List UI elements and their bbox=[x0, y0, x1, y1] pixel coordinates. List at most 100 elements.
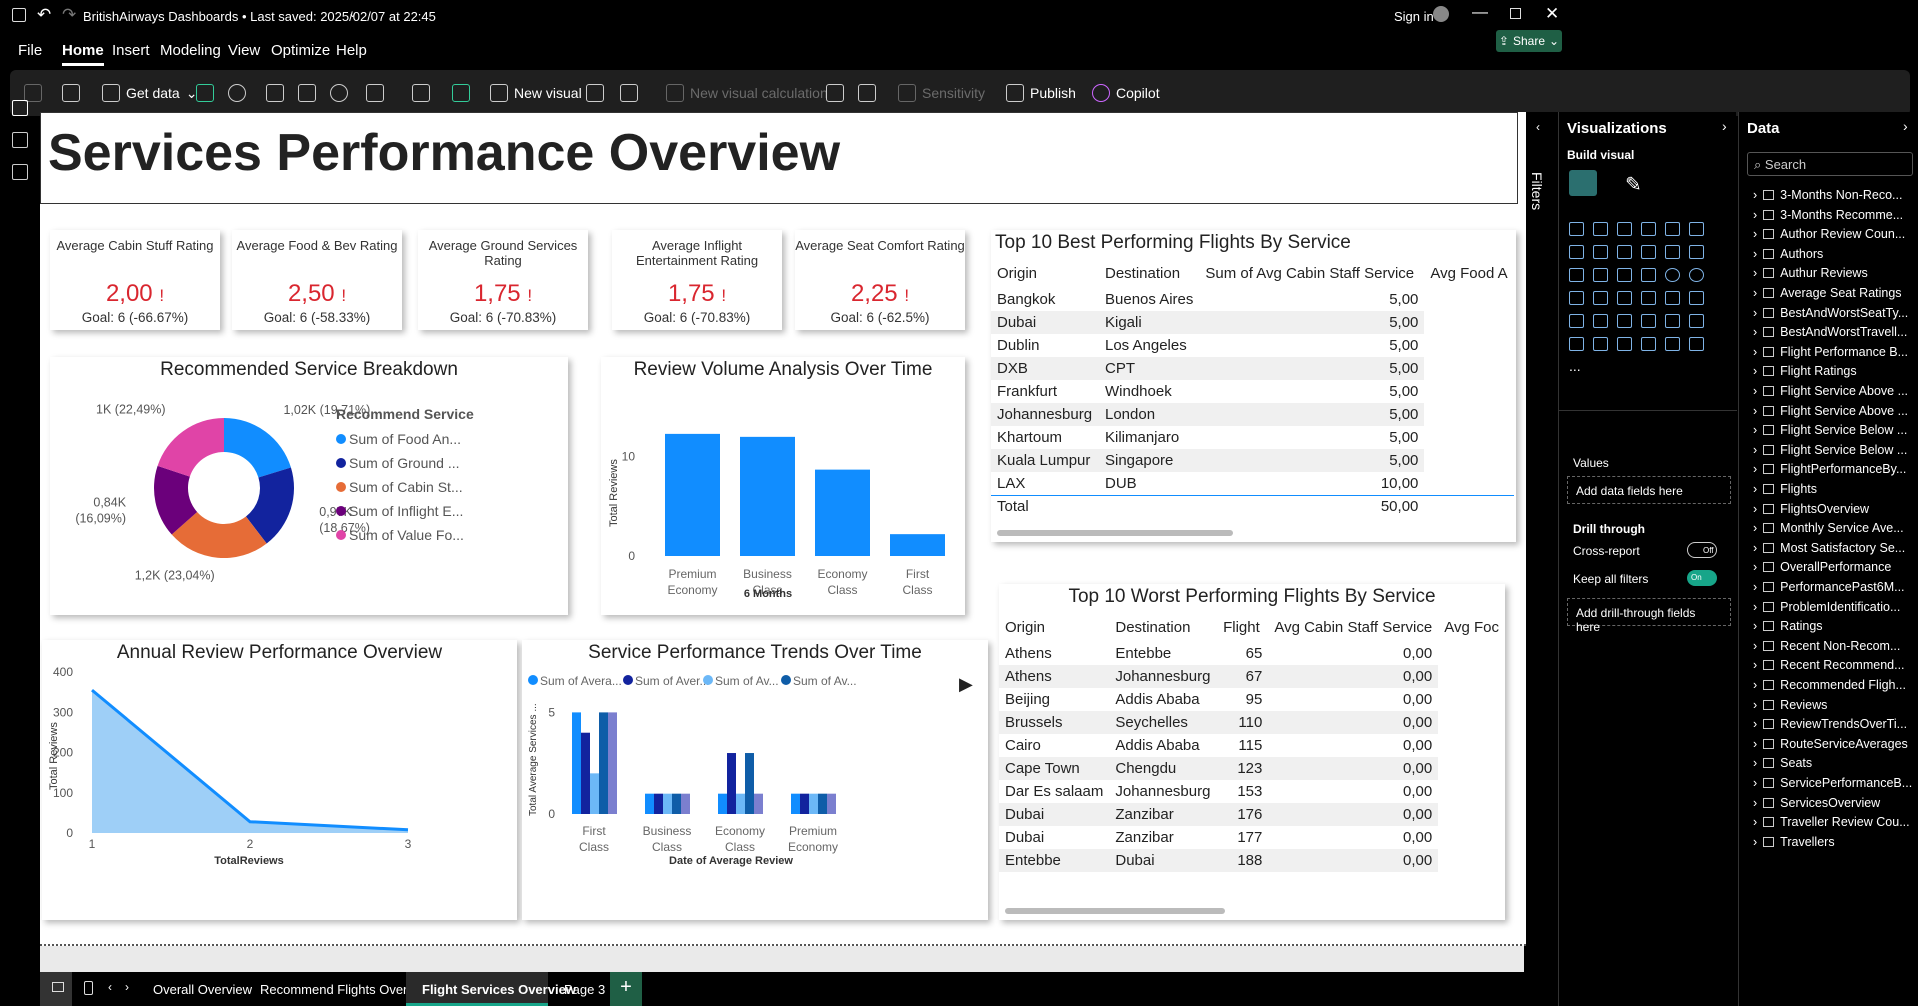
bar[interactable] bbox=[736, 793, 745, 814]
data-table-item[interactable]: › Flight Service Above ... bbox=[1753, 404, 1908, 418]
visual-type-icon[interactable] bbox=[1665, 268, 1680, 282]
horizontal-scrollbar[interactable] bbox=[997, 530, 1233, 536]
tab-modeling[interactable]: Modeling bbox=[160, 42, 221, 59]
data-table-item[interactable]: › Flight Service Above ... bbox=[1753, 384, 1908, 398]
values-drop-zone[interactable]: Add data fields here bbox=[1567, 476, 1731, 504]
donut-slice[interactable] bbox=[157, 418, 224, 477]
visual-type-icon[interactable] bbox=[1665, 222, 1680, 236]
excel-button[interactable] bbox=[196, 84, 214, 102]
expand-filters-icon[interactable]: ‹ bbox=[1536, 120, 1540, 134]
table-row[interactable]: Beijing Addis Ababa 95 0,00 bbox=[999, 688, 1505, 711]
visual-type-icon[interactable] bbox=[1665, 245, 1680, 259]
table-row[interactable]: Dublin Los Angeles 5,00 bbox=[991, 334, 1514, 357]
table-row[interactable]: Kuala Lumpur Singapore 5,00 bbox=[991, 449, 1514, 472]
worst-flights-table-visual[interactable]: Top 10 Worst Performing Flights By Servi… bbox=[999, 584, 1505, 920]
visual-type-icon[interactable] bbox=[1569, 314, 1584, 328]
copilot-button[interactable]: Copilot bbox=[1092, 84, 1160, 102]
service-trends-visual[interactable]: Service Performance Trends Over Time Sum… bbox=[522, 640, 988, 920]
expand-icon[interactable]: › bbox=[1753, 364, 1757, 378]
expand-icon[interactable]: › bbox=[1753, 658, 1757, 672]
bar[interactable] bbox=[740, 436, 795, 556]
table-row[interactable]: Cape Town Chengdu 123 0,00 bbox=[999, 757, 1505, 780]
data-search-input[interactable]: ⌕ Search bbox=[1747, 152, 1913, 176]
expand-icon[interactable]: › bbox=[1753, 698, 1757, 712]
expand-icon[interactable]: › bbox=[1753, 286, 1757, 300]
table-row[interactable]: Entebbe Dubai 188 0,00 bbox=[999, 849, 1505, 872]
expand-icon[interactable]: › bbox=[1753, 247, 1757, 261]
data-table-item[interactable]: › ProblemIdentificatio... bbox=[1753, 600, 1900, 614]
expand-icon[interactable]: › bbox=[1753, 325, 1757, 339]
visual-type-icon[interactable] bbox=[1689, 268, 1704, 282]
visual-type-icon[interactable] bbox=[1569, 245, 1584, 259]
visual-type-icon[interactable] bbox=[1617, 314, 1632, 328]
data-table-item[interactable]: › FlightPerformanceBy... bbox=[1753, 462, 1906, 476]
data-table-item[interactable]: › RouteServiceAverages bbox=[1753, 737, 1908, 751]
visual-type-icon[interactable] bbox=[1617, 268, 1632, 282]
column-header[interactable]: Avg Food A bbox=[1424, 258, 1514, 288]
visual-type-icon[interactable] bbox=[1641, 314, 1656, 328]
table-row[interactable]: LAX DUB 10,00 bbox=[991, 472, 1514, 495]
data-table-item[interactable]: › Average Seat Ratings bbox=[1753, 286, 1902, 300]
redo-icon[interactable]: ↷ bbox=[62, 5, 76, 25]
visual-type-icon[interactable] bbox=[1593, 245, 1608, 259]
data-table-item[interactable]: › 3-Months Non-Reco... bbox=[1753, 188, 1902, 202]
bar[interactable] bbox=[590, 773, 599, 814]
review-volume-visual[interactable]: Review Volume Analysis Over Time 0 10 Tota… bbox=[601, 357, 965, 615]
expand-icon[interactable]: › bbox=[1753, 756, 1757, 770]
column-header[interactable]: Avg Foc bbox=[1438, 612, 1505, 642]
visual-type-icon[interactable] bbox=[1689, 314, 1704, 328]
kpi-card-seat[interactable]: Average Seat Comfort Rating 2,25 ! Goal:… bbox=[795, 230, 965, 330]
more-visuals-button[interactable] bbox=[620, 84, 638, 102]
data-table-item[interactable]: › BestAndWorstTravell... bbox=[1753, 325, 1907, 339]
text-box-button[interactable] bbox=[586, 84, 604, 102]
expand-icon[interactable]: › bbox=[1753, 717, 1757, 731]
data-table-item[interactable]: › Travellers bbox=[1753, 835, 1835, 849]
data-table-item[interactable]: › Authors bbox=[1753, 247, 1823, 261]
publish-button[interactable]: Publish bbox=[1006, 84, 1076, 102]
data-table-item[interactable]: › Recommended Fligh... bbox=[1753, 678, 1906, 692]
filters-pane-collapsed[interactable]: ‹ Filters bbox=[1526, 112, 1558, 972]
drill-through-drop-zone[interactable]: Add drill-through fields here bbox=[1567, 598, 1731, 634]
visual-type-icon[interactable] bbox=[1593, 291, 1608, 305]
visual-type-icon[interactable] bbox=[1641, 291, 1656, 305]
visual-type-icon[interactable] bbox=[1617, 245, 1632, 259]
bar[interactable] bbox=[665, 433, 720, 556]
expand-icon[interactable]: › bbox=[1753, 541, 1757, 555]
data-table-item[interactable]: › Monthly Service Ave... bbox=[1753, 521, 1904, 535]
expand-icon[interactable]: › bbox=[1753, 266, 1757, 280]
data-table-item[interactable]: › Most Satisfactory Se... bbox=[1753, 541, 1905, 555]
bar[interactable] bbox=[827, 793, 836, 814]
expand-icon[interactable]: › bbox=[1753, 443, 1757, 457]
bar[interactable] bbox=[663, 793, 672, 814]
kpi-card-food[interactable]: Average Food & Bev Rating 2,50 ! Goal: 6… bbox=[232, 230, 402, 330]
table-row[interactable]: Khartoum Kilimanjaro 5,00 bbox=[991, 426, 1514, 449]
data-table-item[interactable]: › FlightsOverview bbox=[1753, 502, 1869, 516]
visual-type-icon[interactable] bbox=[1593, 222, 1608, 236]
visual-type-icon[interactable] bbox=[1617, 291, 1632, 305]
expand-icon[interactable]: › bbox=[1753, 188, 1757, 202]
visual-type-icon[interactable] bbox=[1593, 268, 1608, 282]
minimize-icon[interactable]: — bbox=[1472, 4, 1488, 22]
bar[interactable] bbox=[809, 793, 818, 814]
get-data-button[interactable]: Get data ⌄ bbox=[102, 84, 197, 102]
bar[interactable] bbox=[754, 793, 763, 814]
expand-icon[interactable]: › bbox=[1753, 227, 1757, 241]
kpi-card-ground[interactable]: Average Ground Services Rating 1,75 ! Go… bbox=[418, 230, 588, 330]
bar[interactable] bbox=[681, 793, 690, 814]
table-row[interactable]: Athens Entebbe 65 0,00 bbox=[999, 642, 1505, 665]
page-tab[interactable]: Overall Overview bbox=[153, 982, 252, 997]
dataverse-button[interactable] bbox=[330, 84, 348, 102]
next-page-icon[interactable]: › bbox=[125, 980, 129, 994]
bar[interactable] bbox=[599, 712, 608, 814]
bar[interactable] bbox=[890, 534, 945, 556]
visual-type-icon[interactable] bbox=[1665, 291, 1680, 305]
bar[interactable] bbox=[572, 712, 581, 814]
data-table-item[interactable]: › Reviews bbox=[1753, 698, 1827, 712]
collapse-icon[interactable]: › bbox=[1903, 118, 1908, 134]
visual-type-icon[interactable] bbox=[1689, 337, 1704, 351]
visual-type-icon[interactable] bbox=[1569, 337, 1584, 351]
enter-data-button[interactable] bbox=[298, 84, 316, 102]
bar[interactable] bbox=[645, 793, 654, 814]
expand-icon[interactable]: › bbox=[1753, 678, 1757, 692]
annual-review-visual[interactable]: Annual Review Performance Overview 0 100 2… bbox=[42, 640, 517, 920]
